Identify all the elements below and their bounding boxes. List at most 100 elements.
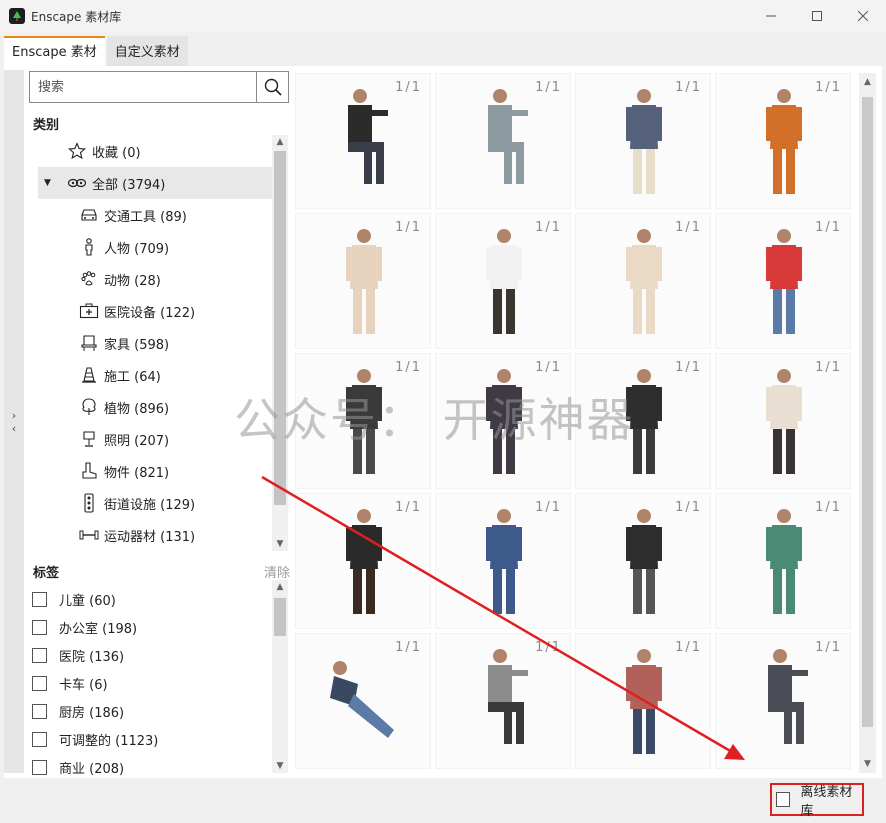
offline-checkbox[interactable] xyxy=(776,792,791,807)
person-icon xyxy=(78,236,100,258)
tag-label: 医院 (136) xyxy=(59,649,125,665)
scroll-down-icon[interactable]: ▼ xyxy=(272,761,288,771)
asset-tile[interactable]: 1/1 xyxy=(575,633,711,769)
category-label: 收藏 (0) xyxy=(92,145,141,161)
scroll-thumb[interactable] xyxy=(862,97,873,727)
sidebar-collapse-toggle[interactable]: › ‹ xyxy=(4,70,24,773)
variant-count: 1/1 xyxy=(535,220,562,235)
category-objects[interactable]: 物件 (821) xyxy=(38,455,272,487)
medical-kit-icon xyxy=(78,300,100,322)
asset-tile[interactable]: 1/1 xyxy=(295,633,431,769)
scroll-thumb[interactable] xyxy=(274,598,286,636)
tag-item-office[interactable]: 办公室 (198) xyxy=(32,613,272,641)
checkbox[interactable] xyxy=(32,675,47,691)
tag-item-children[interactable]: 儿童 (60) xyxy=(32,585,272,613)
tree-icon xyxy=(78,396,100,418)
asset-tile[interactable]: 1/1 xyxy=(435,633,571,769)
category-street-furniture[interactable]: 街道设施 (129) xyxy=(38,487,272,519)
asset-tile[interactable]: 1/1 xyxy=(715,213,851,349)
expand-caret-icon[interactable]: ▼ xyxy=(44,178,54,188)
category-animals[interactable]: 动物 (28) xyxy=(38,263,272,295)
category-label: 全部 (3794) xyxy=(92,177,166,193)
category-label: 家具 (598) xyxy=(104,337,170,353)
asset-tile[interactable]: 1/1 xyxy=(715,493,851,629)
tab-enscape-assets[interactable]: Enscape 素材 xyxy=(4,36,105,66)
asset-tile[interactable]: 1/1 xyxy=(295,213,431,349)
checkbox[interactable] xyxy=(32,591,47,607)
checkbox[interactable] xyxy=(32,759,47,775)
tag-label: 办公室 (198) xyxy=(59,621,138,637)
category-label: 人物 (709) xyxy=(104,241,170,257)
offline-library-toggle[interactable]: 离线素材库 xyxy=(770,783,864,819)
scroll-thumb[interactable] xyxy=(274,151,286,505)
window-title: Enscape 素材库 xyxy=(31,9,122,24)
star-icon xyxy=(66,140,88,162)
variant-count: 1/1 xyxy=(675,80,702,95)
checkbox[interactable] xyxy=(32,619,47,635)
clear-tags-link[interactable]: 清除 xyxy=(264,562,290,581)
tab-bar: Enscape 素材 自定义素材 xyxy=(4,36,190,66)
variant-count: 1/1 xyxy=(815,360,842,375)
scroll-up-icon[interactable]: ▲ xyxy=(272,582,288,592)
dumbbell-icon xyxy=(78,524,100,546)
close-button[interactable] xyxy=(840,0,886,32)
variant-count: 1/1 xyxy=(815,220,842,235)
category-scrollbar[interactable]: ▲ ▼ xyxy=(272,135,288,551)
asset-tile[interactable]: 1/1 xyxy=(575,73,711,209)
asset-tile[interactable]: 1/1 xyxy=(715,633,851,769)
asset-tile[interactable]: 1/1 xyxy=(295,73,431,209)
tag-item-kitchen[interactable]: 厨房 (186) xyxy=(32,697,272,725)
scroll-up-icon[interactable]: ▲ xyxy=(859,77,876,87)
checkbox[interactable] xyxy=(32,647,47,663)
asset-grid-scrollbar[interactable]: ▲ ▼ xyxy=(859,73,876,773)
minimize-button[interactable] xyxy=(748,0,794,32)
asset-tile[interactable]: 1/1 xyxy=(435,493,571,629)
lamp-icon xyxy=(78,428,100,450)
checkbox[interactable] xyxy=(32,703,47,719)
search-input[interactable] xyxy=(30,72,256,102)
variant-count: 1/1 xyxy=(675,220,702,235)
tag-item-truck[interactable]: 卡车 (6) xyxy=(32,669,272,697)
asset-tile[interactable]: 1/1 xyxy=(435,213,571,349)
category-medical[interactable]: 医院设备 (122) xyxy=(38,295,272,327)
asset-tile[interactable]: 1/1 xyxy=(575,213,711,349)
asset-tile[interactable]: 1/1 xyxy=(295,493,431,629)
category-vehicles[interactable]: 交通工具 (89) xyxy=(38,199,272,231)
offline-label: 离线素材库 xyxy=(800,784,853,819)
category-label: 照明 (207) xyxy=(104,433,170,449)
checkbox[interactable] xyxy=(32,731,47,747)
category-furniture[interactable]: 家具 (598) xyxy=(38,327,272,359)
category-people[interactable]: 人物 (709) xyxy=(38,231,272,263)
asset-tile[interactable]: 1/1 xyxy=(575,493,711,629)
category-sports[interactable]: 运动器材 (131) xyxy=(38,519,272,551)
variant-count: 1/1 xyxy=(535,640,562,655)
tag-label: 厨房 (186) xyxy=(59,705,125,721)
category-label: 交通工具 (89) xyxy=(104,209,187,225)
scroll-down-icon[interactable]: ▼ xyxy=(859,759,876,769)
category-all[interactable]: ▼ 全部 (3794) xyxy=(38,167,272,199)
paw-icon xyxy=(78,268,100,290)
category-label: 街道设施 (129) xyxy=(104,497,196,513)
asset-tile[interactable]: 1/1 xyxy=(715,353,851,489)
tag-item-hospital[interactable]: 医院 (136) xyxy=(32,641,272,669)
traffic-light-icon xyxy=(78,492,100,514)
maximize-icon xyxy=(812,11,822,21)
categories-title: 类别 xyxy=(33,118,60,133)
tag-item-adjustable[interactable]: 可调整的 (1123) xyxy=(32,725,272,753)
tab-custom-assets[interactable]: 自定义素材 xyxy=(106,36,188,66)
maximize-button[interactable] xyxy=(794,0,840,32)
variant-count: 1/1 xyxy=(395,80,422,95)
asset-tile[interactable]: 1/1 xyxy=(715,73,851,209)
double-chevron-icon: › ‹ xyxy=(11,408,17,435)
asset-tile[interactable]: 1/1 xyxy=(435,73,571,209)
enscape-logo-icon xyxy=(9,8,25,24)
tag-item-commercial[interactable]: 商业 (208) xyxy=(32,753,272,781)
tag-scrollbar[interactable]: ▲ ▼ xyxy=(272,580,288,773)
category-label: 动物 (28) xyxy=(104,273,161,289)
category-favorites[interactable]: 收藏 (0) xyxy=(38,135,272,167)
tag-label: 卡车 (6) xyxy=(59,677,108,693)
car-icon xyxy=(78,204,100,226)
search-button[interactable] xyxy=(256,72,288,102)
scroll-down-icon[interactable]: ▼ xyxy=(272,539,288,549)
scroll-up-icon[interactable]: ▲ xyxy=(272,137,288,147)
